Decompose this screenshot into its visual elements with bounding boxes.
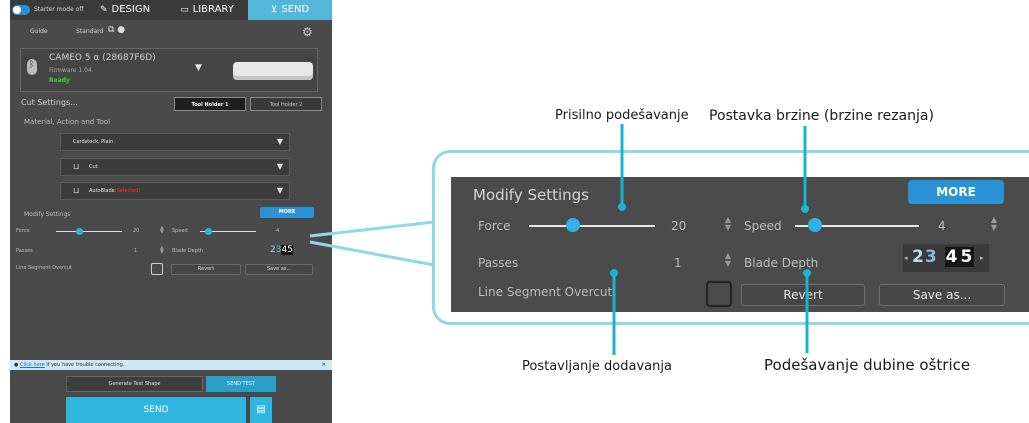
zoom-connector-top [309,220,435,238]
annotation-force: Prisilno podešavanje [555,108,689,123]
annotation-speed: Postavka brzine (brzine rezanja) [709,108,934,124]
passes-leader-dot [610,269,618,277]
annotation-passes: Postavljanje dodavanja [522,359,672,374]
screenshot-stage: Starter mode off ✎ DESIGN ▭ LIBRARY ⊻ SEND … [0,0,1029,423]
zoom-connector-bottom [309,240,435,267]
force-leader-dot [618,203,626,211]
speed-leader-dot [801,205,809,213]
annotation-blade-depth: Podešavanje dubine oštrice [764,356,971,374]
depth-leader-dot [803,269,811,277]
